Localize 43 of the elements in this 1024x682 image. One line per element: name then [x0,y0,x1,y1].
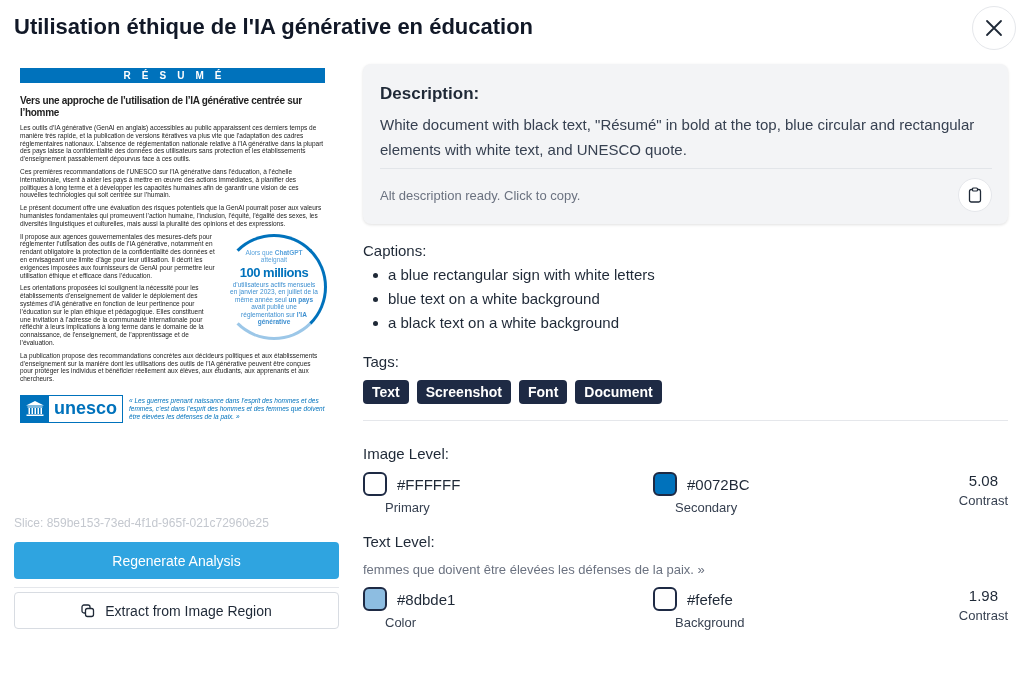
callout-figure: 100 millions [239,264,309,280]
hex-value: #0072BC [687,475,750,493]
caption-text: a blue rectangular sign with white letters [388,265,655,285]
level-heading: Text Level: [363,533,436,550]
bullet-icon [373,296,378,302]
level-heading: Image Level: [363,445,450,462]
tags-heading: Tags: [363,353,400,370]
bullet-icon [373,320,378,326]
logo-text: unesco [53,396,119,420]
tag: Document [575,380,662,404]
dialog-title: Utilisation éthique de l'IA générative en éducation [14,14,534,40]
clipboard-icon [968,187,982,203]
swatch-label: Secondary [675,500,739,515]
swatch-label: Primary [385,500,431,515]
temple-icon [25,400,45,418]
caption-text: blue text on a white background [388,289,600,309]
hex-value: #FFFFFF [397,475,461,493]
bullet-icon [373,272,378,278]
tag: Screenshot [416,380,511,404]
close-button[interactable] [972,6,1016,50]
sample-text: femmes que doivent être élevées les défenses de la paix. » [363,562,706,577]
slice-id: Slice: 859be153-73ed-4f1d-965f-021c72960e25 [14,516,270,530]
contrast-value: 5.08 [968,472,999,489]
caption-text: a black text on a white background [388,313,619,333]
extract-button[interactable]: Extract from Image Region [14,592,339,629]
status-text: Alt description ready. Click to copy. [380,187,581,203]
hex-value: #8dbde1 [397,590,456,608]
swatch-label: Background [675,615,746,630]
swatch-label: Color [385,615,418,630]
description-heading: Description: [380,84,481,104]
contrast-label: Contrast [958,608,1008,623]
copy-button[interactable] [958,178,992,212]
description-text: White document with black text, "Résumé" in bold at the top, blue circular and rectangular elements with white text, and UNESCO quote. [380,115,976,160]
copy-icon [81,603,96,618]
contrast-value: 1.98 [968,587,999,604]
tag: Font [519,380,568,404]
tag: Text [363,380,409,404]
document-banner: RÉSUMÉ [20,68,325,83]
close-icon [985,19,1003,37]
contrast-label: Contrast [958,493,1008,508]
captions-heading: Captions: [363,242,428,259]
document-heading: Vers une approche de l’utilisation de l’IA générative centrée sur l’homme [20,95,303,119]
hex-value: #fefefe [687,590,733,608]
